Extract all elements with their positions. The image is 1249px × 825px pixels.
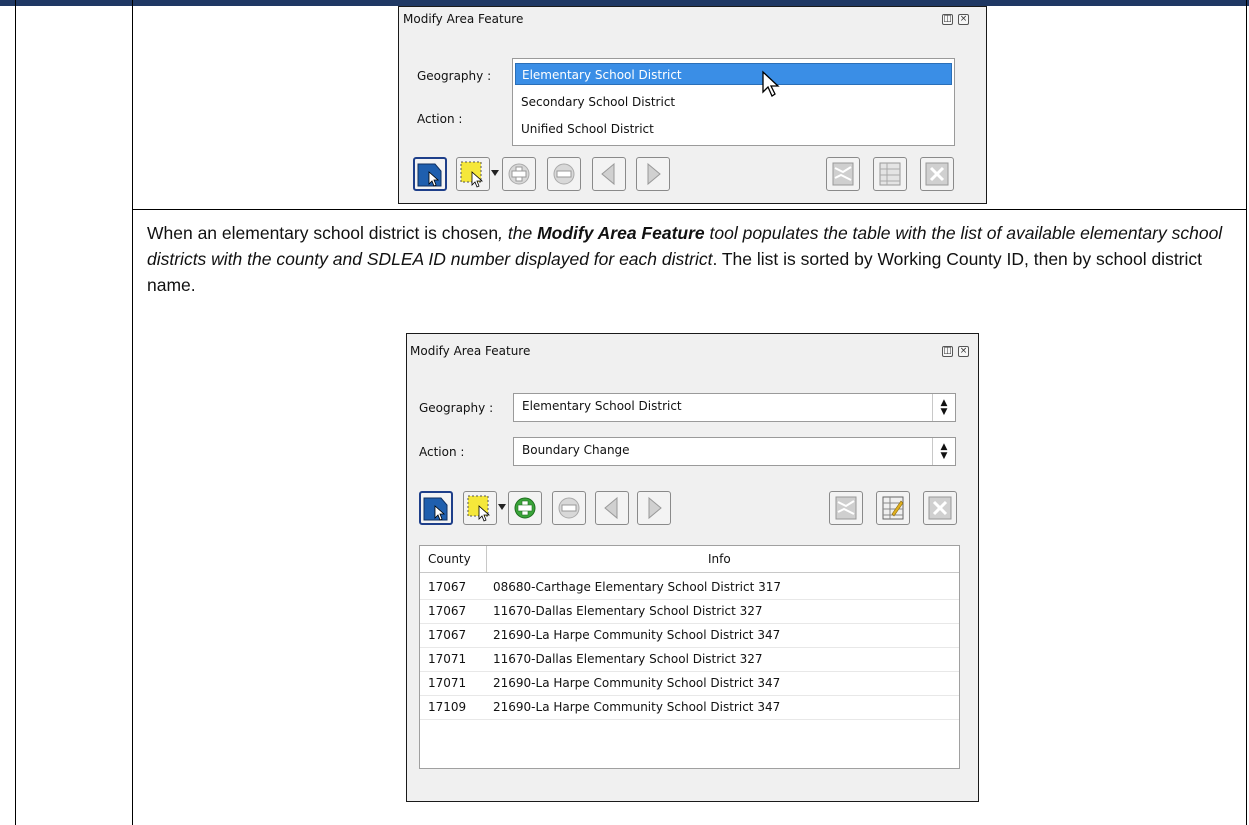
info-cell: 08680-Carthage Elementary School Distric… bbox=[493, 580, 782, 594]
next-button[interactable] bbox=[636, 157, 670, 191]
remove-icon bbox=[558, 497, 580, 519]
info-cell: 21690-La Harpe Community School District… bbox=[493, 628, 781, 642]
select-area-button[interactable] bbox=[456, 157, 490, 191]
next-button[interactable] bbox=[637, 491, 671, 525]
geography-select-value: Elementary School District bbox=[522, 399, 682, 413]
paragraph-part-1: When an elementary school district is ch… bbox=[147, 223, 499, 243]
county-cell: 17071 bbox=[428, 676, 467, 690]
table-right-border bbox=[1246, 0, 1247, 825]
tool-name-emphasis: Modify Area Feature bbox=[537, 223, 705, 243]
select-dropdown-arrow-icon[interactable] bbox=[498, 504, 506, 510]
select-feature-button[interactable] bbox=[419, 491, 453, 525]
close-feature-button[interactable] bbox=[920, 157, 954, 191]
select-area-button[interactable] bbox=[463, 491, 497, 525]
table-row[interactable]: 17071 11670-Dallas Elementary School Dist… bbox=[420, 647, 959, 672]
table-left-border bbox=[15, 0, 16, 825]
column-separator bbox=[486, 546, 487, 572]
mouse-cursor-icon bbox=[762, 70, 780, 97]
chevron-updown-icon: ▲ ▼ bbox=[932, 438, 955, 465]
option-unified-school-district[interactable]: Unified School District bbox=[515, 118, 952, 140]
option-secondary-school-district[interactable]: Secondary School District bbox=[515, 91, 952, 113]
add-button[interactable] bbox=[508, 491, 542, 525]
geography-select[interactable]: Elementary School District ▲ ▼ bbox=[513, 393, 956, 422]
description-paragraph: When an elementary school district is ch… bbox=[147, 220, 1237, 298]
table-button[interactable] bbox=[873, 157, 907, 191]
table-row-divider bbox=[132, 209, 1247, 210]
districts-table: County Info 17067 08680-Carthage Elementa… bbox=[419, 545, 960, 769]
table-icon bbox=[879, 162, 901, 186]
table-row[interactable]: 17071 21690-La Harpe Community School Dis… bbox=[420, 671, 959, 696]
county-cell: 17109 bbox=[428, 700, 467, 714]
table-column-divider bbox=[132, 0, 133, 825]
add-button[interactable] bbox=[502, 157, 536, 191]
previous-icon bbox=[604, 496, 618, 520]
next-icon bbox=[648, 496, 662, 520]
county-cell: 17071 bbox=[428, 652, 467, 666]
add-icon bbox=[514, 497, 536, 519]
modify-area-feature-panel-table: Modify Area Feature ◫ × Geography : Elem… bbox=[406, 333, 979, 802]
select-feature-button[interactable] bbox=[413, 157, 447, 191]
close-icon bbox=[928, 496, 952, 520]
table-row[interactable]: 17067 11670-Dallas Elementary School Dist… bbox=[420, 599, 959, 624]
close-icon[interactable]: × bbox=[958, 346, 969, 357]
action-select-value: Boundary Change bbox=[522, 443, 630, 457]
column-header-county[interactable]: County bbox=[428, 552, 471, 566]
info-cell: 21690-La Harpe Community School District… bbox=[493, 700, 781, 714]
close-icon bbox=[925, 162, 949, 186]
float-icon[interactable]: ◫ bbox=[942, 14, 953, 25]
action-label: Action : bbox=[417, 112, 463, 126]
remove-icon bbox=[553, 163, 575, 185]
option-elementary-school-district[interactable]: Elementary School District bbox=[515, 63, 952, 85]
remove-button[interactable] bbox=[547, 157, 581, 191]
action-select[interactable]: Boundary Change ▲ ▼ bbox=[513, 437, 956, 466]
previous-button[interactable] bbox=[595, 491, 629, 525]
info-cell: 11670-Dallas Elementary School District … bbox=[493, 604, 763, 618]
previous-icon bbox=[601, 162, 615, 186]
county-cell: 17067 bbox=[428, 580, 467, 594]
map-icon bbox=[832, 162, 854, 186]
panel-title: Modify Area Feature bbox=[403, 12, 524, 26]
add-icon bbox=[508, 163, 530, 185]
remove-button[interactable] bbox=[552, 491, 586, 525]
column-header-info[interactable]: Info bbox=[708, 552, 731, 566]
info-cell: 21690-La Harpe Community School District… bbox=[493, 676, 781, 690]
select-area-icon bbox=[467, 495, 491, 522]
select-feature-icon bbox=[417, 163, 442, 187]
next-icon bbox=[647, 162, 661, 186]
action-label: Action : bbox=[419, 445, 465, 459]
modify-area-feature-panel-open: Modify Area Feature ◫ × Geography : Acti… bbox=[398, 6, 987, 204]
geography-label: Geography : bbox=[417, 69, 492, 83]
select-feature-icon bbox=[423, 497, 448, 521]
county-cell: 17067 bbox=[428, 604, 467, 618]
chevron-updown-icon: ▲ ▼ bbox=[932, 394, 955, 421]
table-button[interactable] bbox=[876, 491, 910, 525]
paragraph-part-2: , the bbox=[498, 223, 538, 243]
geography-dropdown-list[interactable]: Elementary School District Secondary Sch… bbox=[512, 58, 955, 146]
close-icon[interactable]: × bbox=[958, 14, 969, 25]
select-area-icon bbox=[460, 161, 484, 188]
info-cell: 11670-Dallas Elementary School District … bbox=[493, 652, 763, 666]
geography-label: Geography : bbox=[419, 401, 494, 415]
select-dropdown-arrow-icon[interactable] bbox=[491, 170, 499, 176]
map-button[interactable] bbox=[829, 491, 863, 525]
previous-button[interactable] bbox=[592, 157, 626, 191]
table-header: County Info bbox=[420, 546, 959, 573]
map-icon bbox=[835, 496, 857, 520]
table-row[interactable]: 17067 08680-Carthage Elementary School Di… bbox=[420, 575, 959, 600]
table-row[interactable]: 17067 21690-La Harpe Community School Dis… bbox=[420, 623, 959, 648]
table-icon bbox=[882, 496, 904, 520]
close-feature-button[interactable] bbox=[923, 491, 957, 525]
float-icon[interactable]: ◫ bbox=[942, 346, 953, 357]
map-button[interactable] bbox=[826, 157, 860, 191]
table-row[interactable]: 17109 21690-La Harpe Community School Dis… bbox=[420, 695, 959, 720]
county-cell: 17067 bbox=[428, 628, 467, 642]
panel-title: Modify Area Feature bbox=[410, 344, 531, 358]
